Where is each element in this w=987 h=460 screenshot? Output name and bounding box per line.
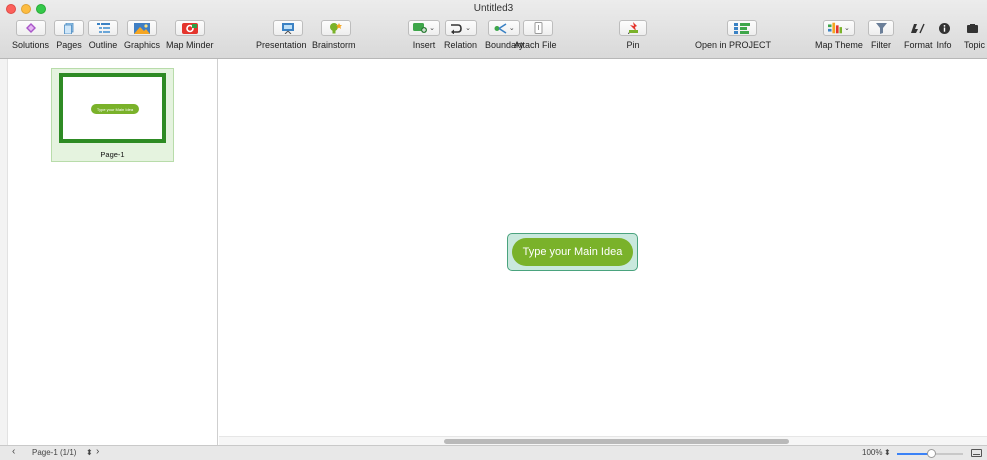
map-minder-icon <box>174 20 205 36</box>
pages-sidebar: Type your Main Idea Page-1 <box>0 59 218 445</box>
relation-label: Relation <box>444 40 478 50</box>
format-icon <box>904 20 932 36</box>
chevron-down-icon: ⌄ <box>465 25 471 32</box>
graphics-button[interactable]: Graphics <box>124 20 160 56</box>
fit-to-window-icon[interactable] <box>971 449 982 457</box>
pin-icon <box>619 20 647 36</box>
pages-button[interactable]: Pages <box>54 20 84 56</box>
solutions-label: Solutions <box>12 40 50 50</box>
solutions-icon <box>15 20 46 36</box>
main-idea-topic[interactable]: Type your Main Idea <box>512 238 633 266</box>
pin-button[interactable]: Pin <box>619 20 647 56</box>
insert-icon: ⌄ <box>408 20 440 36</box>
open-in-project-label: Open in PROJECT <box>695 40 772 50</box>
open-in-project-icon <box>727 20 758 36</box>
window-title: Untitled3 <box>473 3 514 14</box>
page-thumbnail-label: Page-1 <box>100 150 125 159</box>
zoom-slider-knob[interactable] <box>927 449 936 458</box>
format-button[interactable]: Format <box>904 20 933 56</box>
graphics-icon <box>127 20 157 36</box>
topic-icon <box>964 20 980 36</box>
toolbar: Untitled3 Solutions Pages Outline Graphi… <box>0 0 987 59</box>
page-stepper-icon[interactable]: ⬍ <box>86 448 93 457</box>
map-minder-label: Map Minder <box>166 40 214 50</box>
solutions-button[interactable]: Solutions <box>12 20 49 56</box>
relation-button[interactable]: ⌄ Relation <box>444 20 477 56</box>
status-bar: ‹ Page-1 (1/1) ⬍ › 100% ⬍ <box>0 445 987 460</box>
attach-file-label: Attach File <box>514 40 557 50</box>
page-thumbnail[interactable]: Type your Main Idea Page-1 <box>51 68 174 162</box>
page-indicator: Page-1 (1/1) <box>32 448 77 457</box>
format-label: Format <box>904 40 933 50</box>
relation-icon: ⌄ <box>444 20 477 36</box>
presentation-label: Presentation <box>256 40 307 50</box>
horizontal-scrollbar[interactable] <box>219 436 987 445</box>
map-theme-label: Map Theme <box>815 40 863 50</box>
attach-file-icon <box>523 20 554 36</box>
open-in-project-button[interactable]: Open in PROJECT <box>695 20 771 56</box>
presentation-button[interactable]: Presentation <box>256 20 307 56</box>
pin-label: Pin <box>626 40 640 50</box>
presentation-icon <box>273 20 304 36</box>
outline-button[interactable]: Outline <box>88 20 118 56</box>
zoom-slider[interactable] <box>897 449 963 458</box>
topic-label: Topic <box>964 40 986 50</box>
info-icon <box>934 20 954 36</box>
map-theme-icon: ⌄ <box>822 20 855 36</box>
pages-icon <box>54 20 84 36</box>
outline-label: Outline <box>88 40 118 50</box>
zoom-slider-fill <box>897 453 931 455</box>
brainstorm-button[interactable]: Brainstorm <box>312 20 356 56</box>
chevron-down-icon: ⌄ <box>429 25 435 32</box>
info-label: Info <box>936 40 952 50</box>
map-minder-button[interactable]: Map Minder <box>166 20 214 56</box>
attach-file-button[interactable]: Attach File <box>514 20 557 56</box>
main-idea-selection[interactable]: Type your Main Idea <box>507 233 638 271</box>
filter-icon <box>868 20 894 36</box>
graphics-label: Graphics <box>124 40 161 50</box>
chevron-down-icon: ⌄ <box>844 25 850 32</box>
previous-page-chevron-icon[interactable]: ‹ <box>12 446 15 457</box>
zoom-level[interactable]: 100% <box>862 448 882 457</box>
outline-icon <box>88 20 118 36</box>
filter-label: Filter <box>871 40 891 50</box>
thumbnail-main-idea: Type your Main Idea <box>91 104 139 114</box>
filter-button[interactable]: Filter <box>868 20 894 56</box>
topic-button[interactable]: Topic <box>964 20 985 56</box>
brainstorm-icon <box>320 20 351 36</box>
info-button[interactable]: Info <box>934 20 954 56</box>
pages-label: Pages <box>56 40 82 50</box>
brainstorm-label: Brainstorm <box>312 40 356 50</box>
insert-button[interactable]: ⌄ Insert <box>408 20 440 56</box>
page-preview: Type your Main Idea <box>59 73 166 143</box>
zoom-stepper-icon[interactable]: ⬍ <box>884 448 891 457</box>
next-page-chevron-icon[interactable]: › <box>96 446 99 457</box>
map-theme-button[interactable]: ⌄ Map Theme <box>815 20 863 56</box>
horizontal-scroll-thumb[interactable] <box>444 439 789 444</box>
insert-label: Insert <box>412 40 436 50</box>
sidebar-edge <box>0 59 8 445</box>
